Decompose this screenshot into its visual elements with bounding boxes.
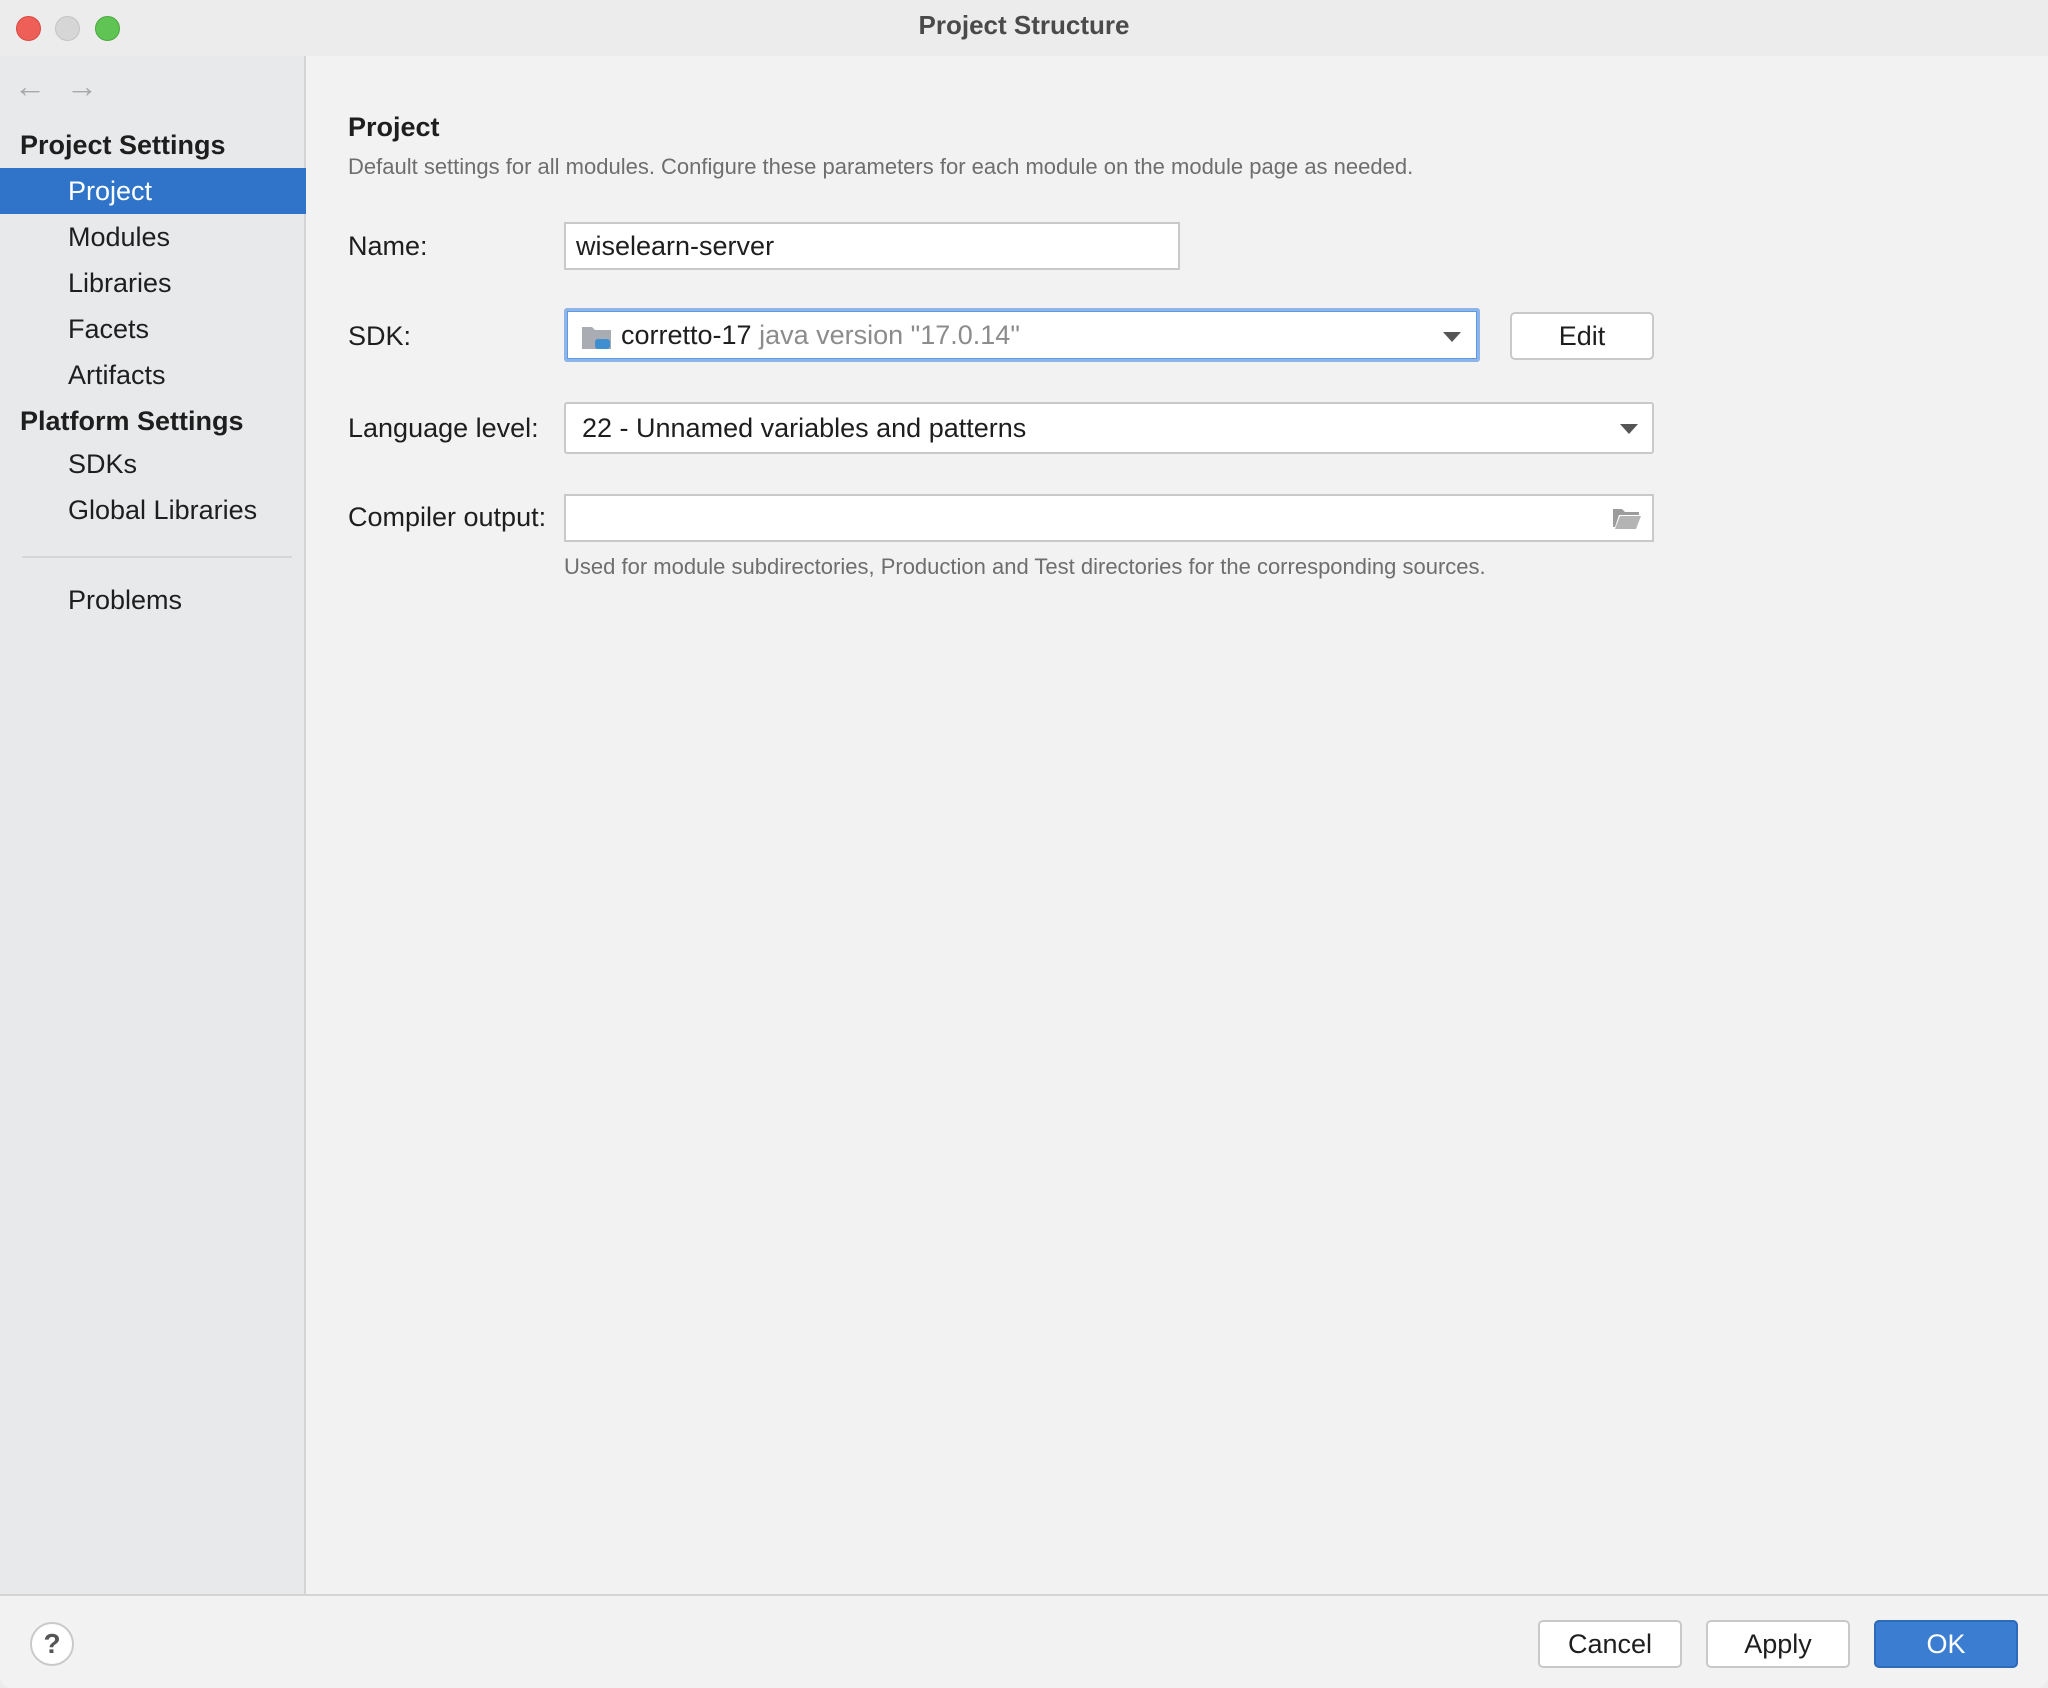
- sdk-name: corretto-17: [621, 320, 752, 350]
- dialog-footer: ? Cancel Apply OK: [0, 1594, 2048, 1688]
- sdk-version: java version "17.0.14": [759, 320, 1020, 350]
- chevron-down-icon: [1443, 332, 1461, 342]
- cancel-button[interactable]: Cancel: [1538, 1620, 1682, 1668]
- sidebar-item-sdks[interactable]: SDKs: [0, 441, 306, 487]
- sidebar-item-modules[interactable]: Modules: [0, 214, 306, 260]
- sidebar-item-project[interactable]: Project: [0, 168, 306, 214]
- folder-browse-icon[interactable]: [1612, 505, 1642, 538]
- language-level-value: 22 - Unnamed variables and patterns: [582, 413, 1027, 443]
- compiler-output-field[interactable]: [564, 494, 1654, 542]
- sidebar-item-facets[interactable]: Facets: [0, 306, 306, 352]
- apply-button[interactable]: Apply: [1706, 1620, 1850, 1668]
- project-settings-header: Project Settings: [20, 130, 226, 160]
- sidebar-item-global-libraries[interactable]: Global Libraries: [0, 487, 306, 533]
- main-panel: Project Default settings for all modules…: [306, 56, 2048, 1594]
- platform-settings-header: Platform Settings: [20, 406, 244, 436]
- language-level-label: Language level:: [348, 413, 539, 443]
- chevron-down-icon: [1620, 424, 1638, 434]
- sidebar-divider: [22, 556, 292, 558]
- sidebar-item-problems[interactable]: Problems: [0, 577, 306, 623]
- sdk-label: SDK:: [348, 321, 412, 351]
- sdk-edit-button[interactable]: Edit: [1510, 312, 1654, 360]
- sdk-folder-icon: [581, 323, 613, 360]
- help-icon[interactable]: ?: [30, 1622, 74, 1666]
- sidebar-item-artifacts[interactable]: Artifacts: [0, 352, 306, 398]
- back-arrow-icon[interactable]: ←: [12, 68, 48, 104]
- ok-button[interactable]: OK: [1874, 1620, 2018, 1668]
- project-structure-window: Project Structure ← → Project Settings P…: [0, 0, 2048, 1688]
- page-title: Project: [348, 112, 440, 142]
- window-title: Project Structure: [918, 10, 1130, 40]
- forward-arrow-icon[interactable]: →: [64, 68, 100, 104]
- language-level-dropdown[interactable]: 22 - Unnamed variables and patterns: [564, 402, 1654, 454]
- sdk-dropdown[interactable]: corretto-17 java version "17.0.14": [564, 308, 1480, 362]
- compiler-output-label: Compiler output:: [348, 502, 547, 532]
- compiler-output-hint: Used for module subdirectories, Producti…: [564, 554, 1486, 579]
- name-label: Name:: [348, 231, 428, 261]
- title-bar: Project Structure: [0, 0, 2048, 56]
- name-input[interactable]: [564, 222, 1180, 270]
- sidebar-item-libraries[interactable]: Libraries: [0, 260, 306, 306]
- page-description: Default settings for all modules. Config…: [348, 154, 1414, 179]
- sidebar: ← → Project Settings Project Modules Lib…: [0, 56, 306, 1594]
